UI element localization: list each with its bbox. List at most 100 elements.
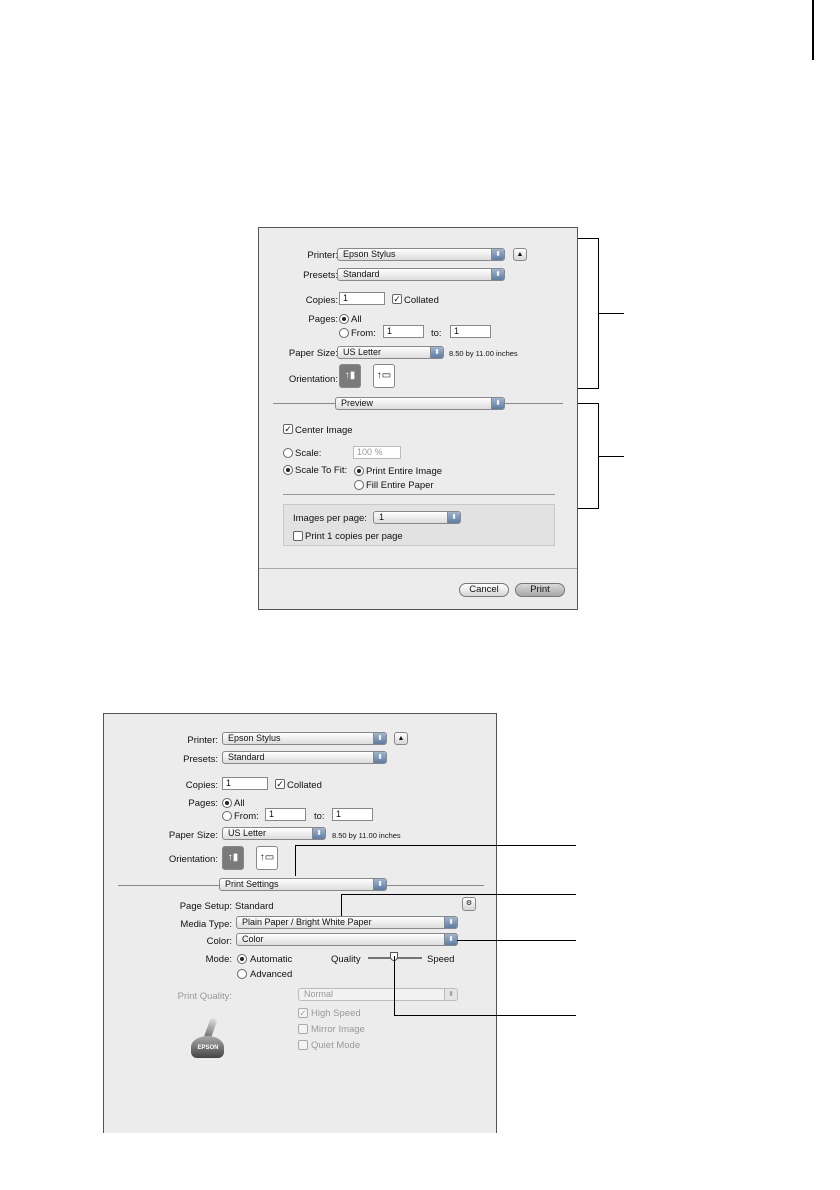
fill-entire-paper-label: Fill Entire Paper [366,480,434,491]
cancel-button[interactable]: Cancel [459,583,509,597]
up-down-arrows-icon: ⬍ [444,917,457,928]
orientation-label: Orientation: [168,854,218,865]
to-label: to: [314,811,325,822]
pages-all-radio[interactable] [222,798,232,808]
callout-drop-media [341,894,342,916]
collated-label: Collated [287,780,322,791]
images-per-page-popup[interactable]: 1 ⬍ [373,511,461,524]
up-down-arrows-icon: ⬍ [312,828,325,839]
to-field[interactable]: 1 [450,325,491,338]
copies-field[interactable]: 1 [222,777,268,790]
media-type-label: Media Type: [180,919,232,930]
color-value: Color [242,934,264,944]
page-setup-button[interactable]: ⚙ [462,897,476,911]
up-down-arrows-icon: ⬍ [373,733,386,744]
to-field[interactable]: 1 [332,808,373,821]
page-setup-value: Standard [235,901,274,912]
portrait-orientation-button[interactable]: ↑▮ [222,846,244,870]
scale-to-fit-label: Scale To Fit: [295,465,348,476]
copies-field[interactable]: 1 [339,292,385,305]
callout-drop-panel [295,845,296,876]
panel-value: Print Settings [225,879,279,889]
paper-size-label: Paper Size: [288,348,338,359]
print-copies-label: Print 1 copies per page [305,531,403,542]
media-type-value: Plain Paper / Bright White Paper [242,917,372,927]
mirror-image-checkbox[interactable] [298,1024,308,1034]
up-down-arrows-icon: ⬍ [491,398,504,409]
up-down-arrows-icon: ⬍ [444,934,457,945]
color-popup[interactable]: Color ⬍ [236,933,458,946]
paper-size-popup[interactable]: US Letter ⬍ [222,827,326,840]
scale-to-fit-radio[interactable] [283,465,293,475]
print-entire-image-label: Print Entire Image [366,466,443,477]
printer-value: Epson Stylus [228,733,281,743]
print-entire-image-radio[interactable] [354,466,364,476]
mode-advanced-radio[interactable] [237,969,247,979]
printer-label: Printer: [187,735,218,746]
scale-field[interactable]: 100 % [353,446,401,459]
up-down-arrows-icon: ⬍ [430,347,443,358]
paper-size-popup[interactable]: US Letter ⬍ [337,346,444,359]
mode-label: Mode: [205,954,232,965]
collated-label: Collated [404,295,439,306]
scale-label: Scale: [295,448,322,459]
quiet-mode-checkbox[interactable] [298,1040,308,1050]
panel-popup[interactable]: Preview ⬍ [335,397,505,410]
printer-popup[interactable]: Epson Stylus ⬍ [222,732,387,745]
copies-label: Copies: [305,295,338,306]
portrait-orientation-icon: ↑▮ [344,370,356,381]
landscape-orientation-button[interactable]: ↑▭ [256,846,278,870]
up-down-arrows-icon: ⬍ [373,879,386,890]
fill-entire-paper-radio[interactable] [354,480,364,490]
presets-popup[interactable]: Standard ⬍ [337,268,505,281]
expand-button[interactable]: ▲ [513,248,527,261]
print-quality-label: Print Quality: [177,991,232,1002]
print-copies-checkbox[interactable] [293,531,303,541]
paper-size-label: Paper Size: [168,830,218,841]
print-quality-popup[interactable]: Normal ⬍ [298,988,458,1001]
triangle-up-icon: ▲ [516,251,524,258]
up-down-arrows-icon: ⬍ [491,249,504,260]
scale-radio[interactable] [283,448,293,458]
paper-size-info: 8.50 by 11.00 inches [449,349,518,358]
printer-popup[interactable]: Epson Stylus ⬍ [337,248,505,261]
presets-value: Standard [228,752,265,762]
landscape-orientation-icon: ↑▭ [259,852,275,863]
callout-bracket-top [578,238,599,389]
presets-value: Standard [343,269,380,279]
pages-from-label: From: [351,328,376,339]
section-divider [283,494,555,495]
up-down-arrows-icon: ⬍ [373,752,386,763]
mode-automatic-radio[interactable] [237,954,247,964]
panel-popup[interactable]: Print Settings ⬍ [219,878,387,891]
callout-line-slider [394,1015,576,1016]
logo-text: EPSON [197,1045,219,1051]
triangle-up-icon: ▲ [397,735,405,742]
pages-all-radio[interactable] [339,314,349,324]
page-setup-label: Page Setup: [179,901,232,912]
expand-button[interactable]: ▲ [394,732,408,745]
from-field[interactable]: 1 [383,325,424,338]
from-field[interactable]: 1 [265,808,306,821]
presets-label: Presets: [303,270,338,281]
collated-checkbox[interactable]: ✓ [275,779,285,789]
mode-automatic-label: Automatic [250,954,293,965]
high-speed-checkbox[interactable]: ✓ [298,1008,308,1018]
collated-checkbox[interactable]: ✓ [392,294,402,304]
quality-speed-slider[interactable] [368,952,422,964]
print-dialog-preview: Printer: Epson Stylus ⬍ ▲ Presets: Stand… [258,227,578,610]
portrait-orientation-button[interactable]: ↑▮ [339,364,361,388]
media-type-popup[interactable]: Plain Paper / Bright White Paper ⬍ [236,916,458,929]
center-image-checkbox[interactable]: ✓ [283,424,293,434]
pages-from-radio[interactable] [339,328,349,338]
quiet-mode-label: Quiet Mode [311,1040,361,1051]
print-quality-value: Normal [304,989,334,999]
printer-label: Printer: [307,250,338,261]
speed-label: Speed [427,954,455,965]
landscape-orientation-button[interactable]: ↑▭ [373,364,395,388]
print-button[interactable]: Print [515,583,565,597]
images-per-page-value: 1 [379,512,385,522]
high-speed-label: High Speed [311,1008,361,1019]
presets-popup[interactable]: Standard ⬍ [222,751,387,764]
pages-from-radio[interactable] [222,811,232,821]
